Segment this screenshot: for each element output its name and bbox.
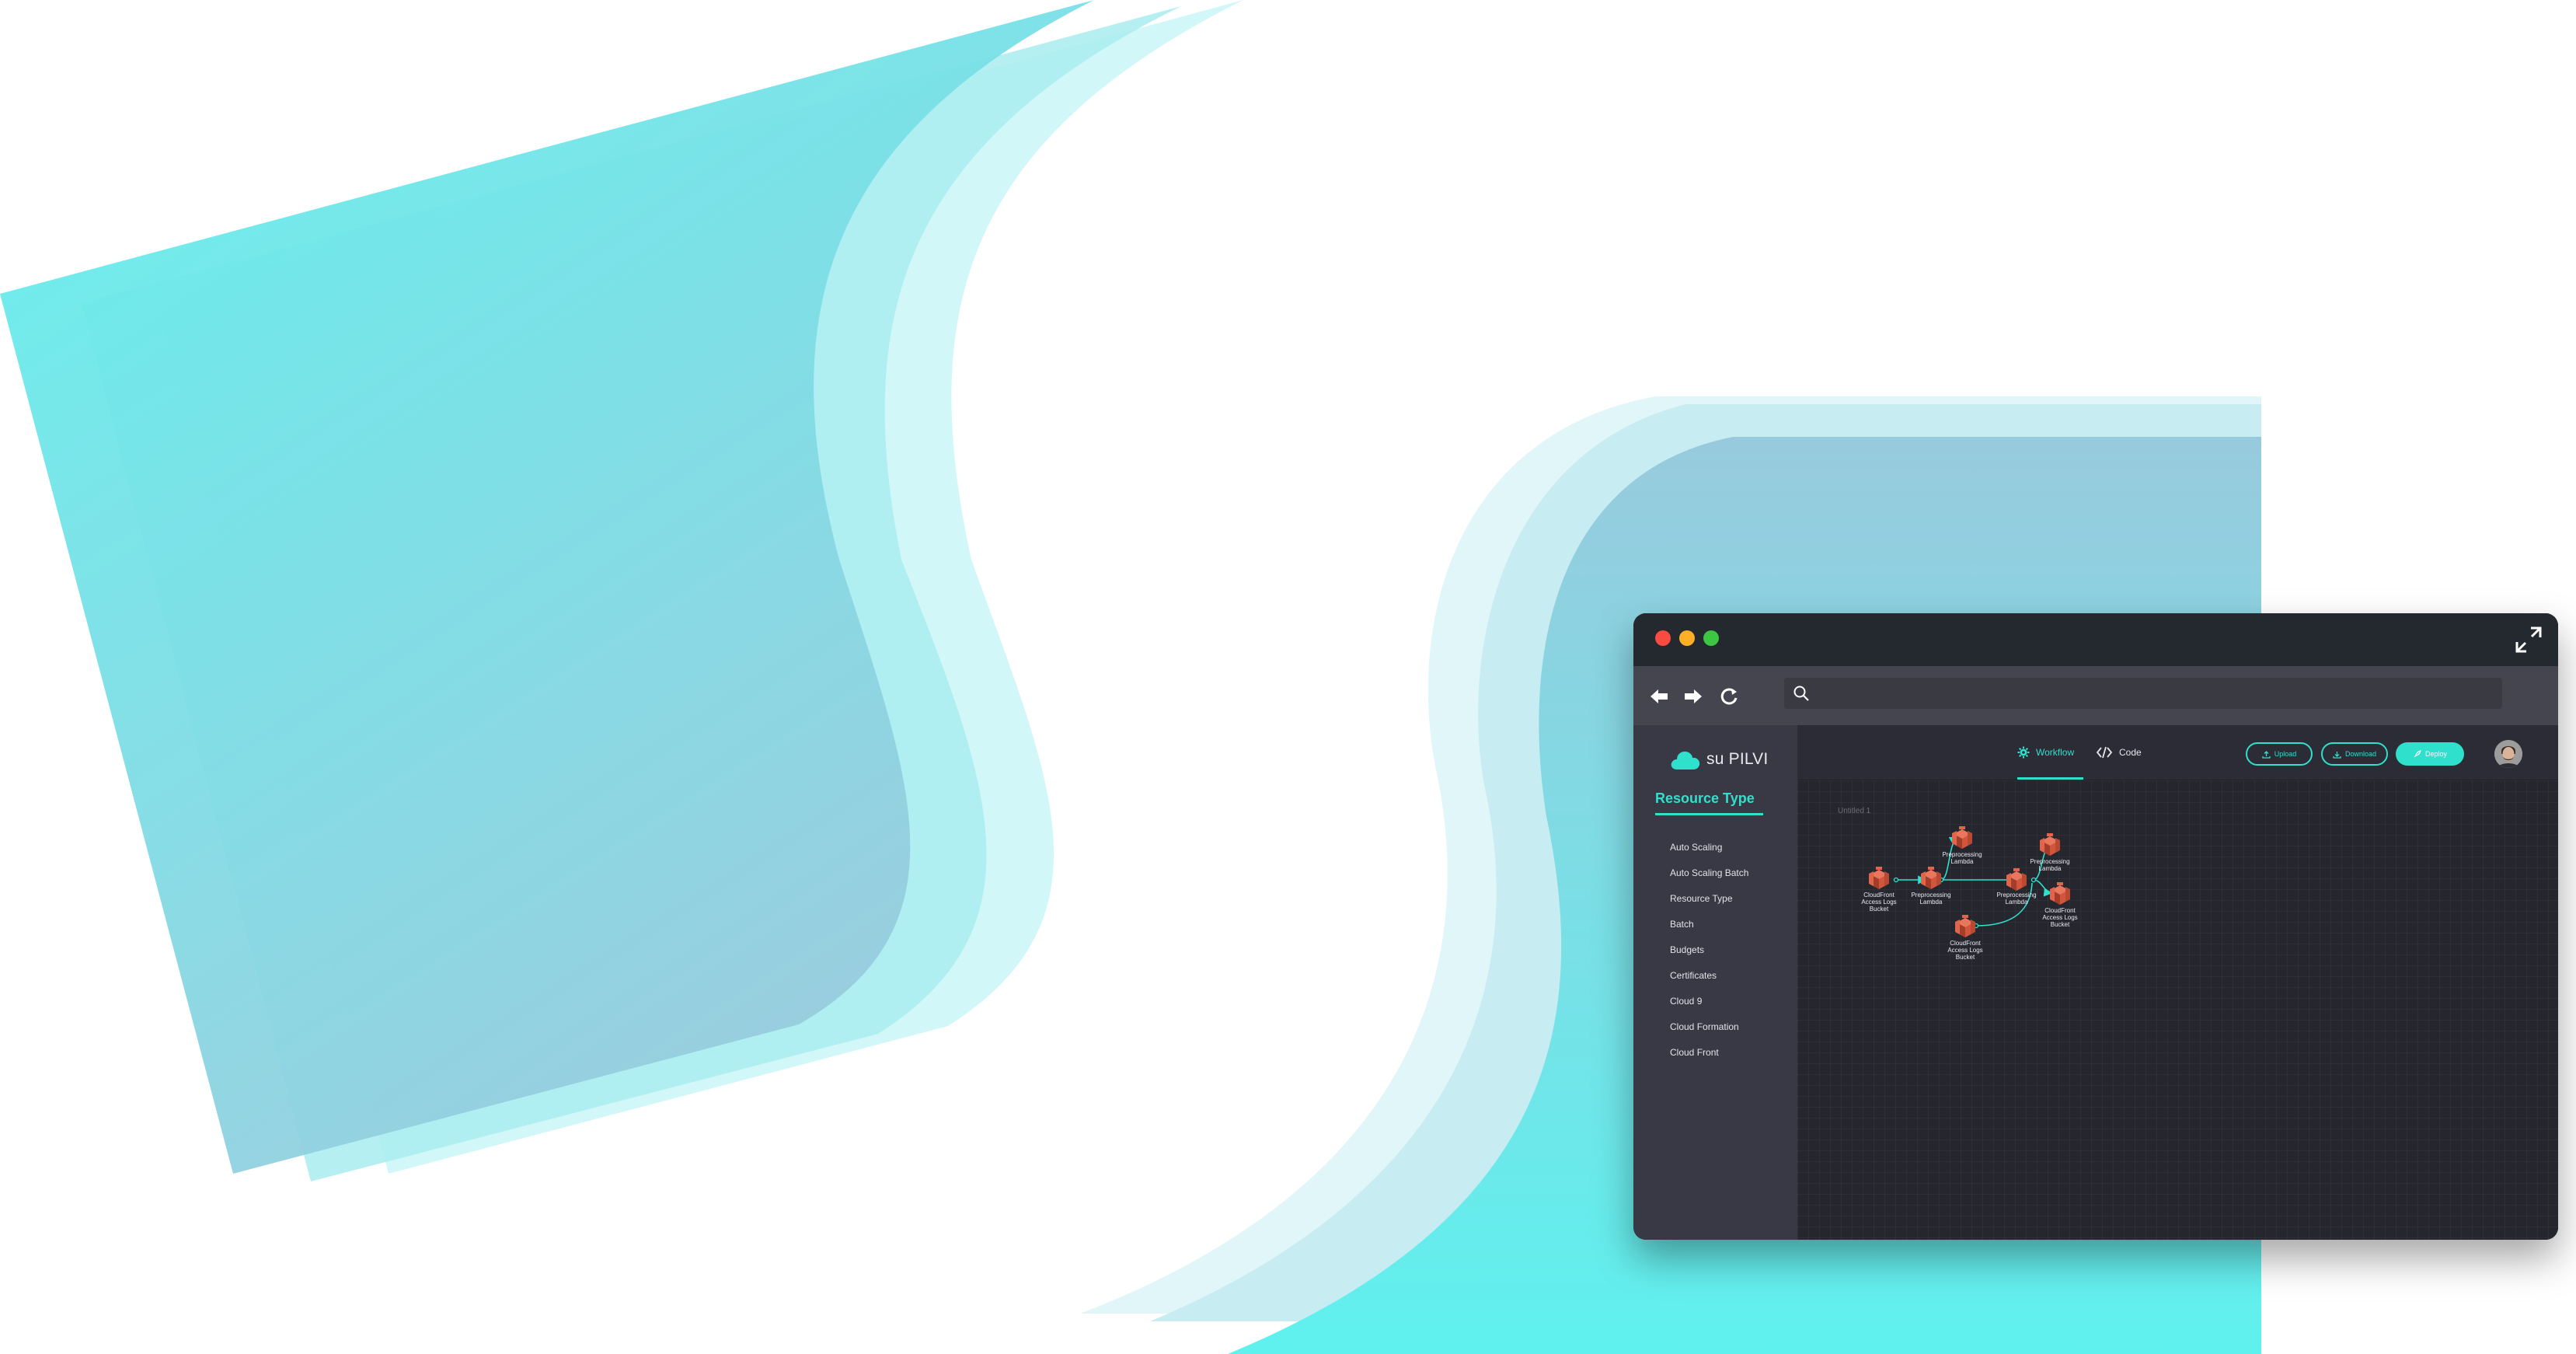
brand-logo[interactable]: su PILVI xyxy=(1669,744,1768,775)
node-n7-line-1: CloudFront xyxy=(1950,940,1981,947)
node-n6-line-1: CloudFront xyxy=(2044,907,2076,914)
deploy-button[interactable]: Deploy xyxy=(2396,742,2464,766)
workflow-node-n1[interactable]: CloudFront Access Logs Bucket xyxy=(1861,867,1897,913)
node-n4-line-1: Preprocessing xyxy=(1996,892,2036,899)
resource-type-list: Auto Scaling Auto Scaling Batch Resource… xyxy=(1670,842,1748,1073)
sidebar-item-cloud-formation[interactable]: Cloud Formation xyxy=(1670,1021,1748,1047)
brand-name: su PILVI xyxy=(1706,750,1769,768)
deploy-button-label: Deploy xyxy=(2424,750,2447,758)
tab-workflow-label: Workflow xyxy=(2036,747,2075,758)
sidebar-heading: Resource Type xyxy=(1655,790,1763,815)
sidebar: su PILVI Resource Type Auto Scaling Auto… xyxy=(1633,725,1797,1240)
app-area: su PILVI Resource Type Auto Scaling Auto… xyxy=(1633,725,2558,1240)
node-n3-line-1: Preprocessing xyxy=(1942,851,1982,858)
avatar[interactable] xyxy=(2494,740,2522,768)
gear-icon xyxy=(2017,746,2030,759)
sidebar-item-cloud-front[interactable]: Cloud Front xyxy=(1670,1047,1748,1073)
window-titlebar xyxy=(1633,613,2558,666)
sidebar-item-cloud-9[interactable]: Cloud 9 xyxy=(1670,996,1748,1021)
browser-toolbar xyxy=(1633,666,2558,725)
app-header: Workflow Code Upload Download Deploy xyxy=(1797,725,2558,780)
node-n5-line-2: Lambda xyxy=(2039,865,2062,872)
sidebar-item-budgets[interactable]: Budgets xyxy=(1670,944,1748,970)
tab-workflow[interactable]: Workflow xyxy=(2017,745,2074,760)
upload-button[interactable]: Upload xyxy=(2246,742,2313,766)
sidebar-item-certificates[interactable]: Certificates xyxy=(1670,970,1748,996)
arrow-left-icon[interactable] xyxy=(1647,685,1671,708)
workflow-node-n5[interactable]: Preprocessing Lambda xyxy=(2030,833,2070,872)
port-n4 xyxy=(2030,877,2037,883)
cloud-icon xyxy=(1671,751,1700,769)
sidebar-item-auto-scaling-batch[interactable]: Auto Scaling Batch xyxy=(1670,867,1748,893)
active-tab-indicator xyxy=(2017,777,2083,780)
sidebar-item-auto-scaling[interactable]: Auto Scaling xyxy=(1670,842,1748,867)
node-n1-line-3: Bucket xyxy=(1870,906,1889,913)
workflow-node-n2[interactable]: Preprocessing Lambda xyxy=(1911,867,1951,906)
node-n7-line-3: Bucket xyxy=(1956,954,1975,961)
workflow-canvas[interactable]: Untitled 1 CloudFront Access Logs Bucket… xyxy=(1797,780,2558,1240)
sidebar-item-batch[interactable]: Batch xyxy=(1670,919,1748,944)
address-bar[interactable] xyxy=(1784,678,2502,709)
node-n1-line-2: Access Logs xyxy=(1861,899,1896,906)
node-n6-line-3: Bucket xyxy=(2051,921,2070,928)
main-panel: Workflow Code Upload Download Deploy Unt… xyxy=(1797,725,2558,1240)
tab-code[interactable]: Code xyxy=(2119,745,2142,760)
node-n7-line-2: Access Logs xyxy=(1947,947,1982,954)
node-n3-line-2: Lambda xyxy=(1951,858,1974,865)
download-button[interactable]: Download xyxy=(2321,742,2388,766)
minimize-window-button[interactable] xyxy=(1679,630,1695,646)
port-n1 xyxy=(1893,877,1899,883)
workflow-graph[interactable]: CloudFront Access Logs Bucket Preprocess… xyxy=(1797,780,2558,1240)
node-n1-line-1: CloudFront xyxy=(1863,892,1895,899)
rocket-icon xyxy=(2414,749,2421,757)
upload-button-label: Upload xyxy=(2274,750,2297,758)
maximize-window-button[interactable] xyxy=(1703,630,1719,646)
node-n5-line-1: Preprocessing xyxy=(2030,858,2069,865)
tab-code-label: Code xyxy=(2119,747,2142,758)
workflow-node-n4[interactable]: Preprocessing Lambda xyxy=(1996,868,2037,906)
node-n4-line-2: Lambda xyxy=(2006,899,2028,906)
node-n6-line-2: Access Logs xyxy=(2042,914,2077,921)
expand-arrows-icon[interactable] xyxy=(2513,624,2544,655)
upload-icon xyxy=(2262,750,2271,759)
sidebar-item-resource-type[interactable]: Resource Type xyxy=(1670,893,1748,919)
download-icon xyxy=(2333,751,2341,759)
browser-window: su PILVI Resource Type Auto Scaling Auto… xyxy=(1633,613,2558,1240)
download-button-label: Download xyxy=(2344,750,2377,758)
workflow-node-n7[interactable]: CloudFront Access Logs Bucket xyxy=(1947,915,1983,961)
search-icon xyxy=(1793,686,1809,701)
code-brackets-icon[interactable] xyxy=(2096,745,2113,760)
workflow-node-n6[interactable]: CloudFront Access Logs Bucket xyxy=(2042,882,2078,928)
close-window-button[interactable] xyxy=(1655,630,1671,646)
node-n2-line-2: Lambda xyxy=(1920,899,1943,906)
user-avatar-icon xyxy=(2494,740,2522,768)
reload-icon[interactable] xyxy=(1717,685,1741,708)
workflow-node-n3[interactable]: Preprocessing Lambda xyxy=(1942,826,1982,865)
arrow-right-icon[interactable] xyxy=(1682,685,1705,708)
node-n2-line-1: Preprocessing xyxy=(1911,892,1950,899)
